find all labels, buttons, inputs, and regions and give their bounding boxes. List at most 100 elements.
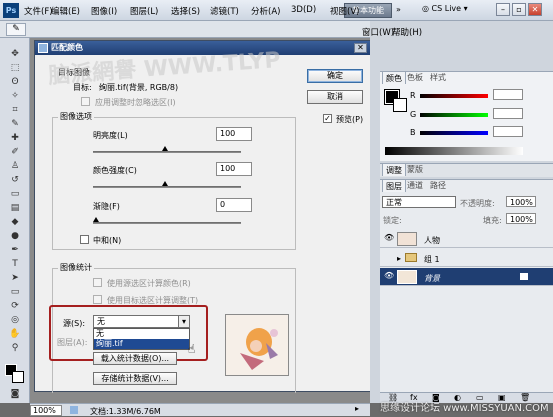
menu-window[interactable]: 窗口(W) [362,26,394,38]
eyedropper-tool-icon[interactable]: ✎ [8,118,22,131]
restore-button[interactable]: ▫ [512,3,526,16]
quick-select-tool-icon[interactable]: ✧ [8,90,22,103]
luminance-slider-track[interactable] [93,151,241,153]
save-statistics-button[interactable]: 存储统计数据(V)... [93,372,177,385]
menu-select[interactable]: 选择(S) [171,5,200,17]
marquee-tool-icon[interactable]: ⬚ [8,62,22,75]
ignore-selection-label: 应用调整时忽略选区(I) [95,98,176,107]
background-color-swatch[interactable] [12,371,24,383]
use-source-selection-checkbox[interactable] [93,278,102,287]
color-intensity-slider-thumb[interactable] [162,181,168,186]
blend-mode-select[interactable]: 正常 [382,196,456,208]
menu-image[interactable]: 图像(I) [91,5,117,17]
history-brush-tool-icon[interactable]: ↺ [8,174,22,187]
channel-r-slider[interactable] [420,94,488,98]
menu-bar: Ps 文件(F) 编辑(E) 图像(I) 图层(L) 选择(S) 滤镜(T) 分… [0,0,553,21]
ps-dialog-icon [38,43,48,53]
tab-channels[interactable]: 通道 [404,179,426,192]
tab-masks[interactable]: 蒙版 [404,163,426,176]
lasso-tool-icon[interactable]: ʘ [8,76,22,89]
ignore-selection-checkbox[interactable] [81,97,90,106]
menu-layer[interactable]: 图层(L) [130,5,158,17]
tab-paths[interactable]: 路径 [427,179,449,192]
channel-r-input[interactable] [493,89,523,100]
clone-stamp-tool-icon[interactable]: ♙ [8,160,22,173]
eye-icon[interactable]: 👁 [384,234,394,242]
channel-b-slider[interactable] [420,131,488,135]
minimize-button[interactable]: – [496,3,510,16]
blur-tool-icon[interactable]: ◆ [8,216,22,229]
channel-b-input[interactable] [493,126,523,137]
cancel-button[interactable]: 取消 [307,90,363,104]
workspace-chevron-icon[interactable]: » [396,5,401,14]
layer-name: 背景 [424,274,440,283]
color-background-swatch[interactable] [393,98,407,112]
zoom-tool-icon[interactable]: ⚲ [8,342,22,355]
menu-edit[interactable]: 编辑(E) [51,5,80,17]
tab-adjustments[interactable]: 调整 [382,163,406,176]
eraser-tool-icon[interactable]: ▭ [8,188,22,201]
healing-brush-tool-icon[interactable]: ✚ [8,132,22,145]
status-menu-arrow-icon[interactable]: ▸ [355,404,359,413]
photoshop-logo: Ps [3,3,19,18]
layer-row-group[interactable]: ▸ 组 1 [380,249,553,267]
opacity-input[interactable]: 100% [506,196,536,207]
tab-styles[interactable]: 样式 [427,71,449,84]
channel-g-input[interactable] [493,108,523,119]
neutralize-label: 中和(N) [93,236,122,245]
eyedropper-preset-icon[interactable]: ✎ [6,23,26,36]
3d-camera-tool-icon[interactable]: ◎ [8,314,22,327]
dodge-tool-icon[interactable]: ● [8,230,22,243]
menu-3d[interactable]: 3D(D) [291,5,316,15]
luminance-input[interactable]: 100 [216,127,252,141]
preview-checkbox[interactable]: ✓ [323,114,332,123]
crop-tool-icon[interactable]: ⌗ [8,104,22,117]
menu-filter[interactable]: 滤镜(T) [210,5,239,17]
fade-input[interactable]: 0 [216,198,252,212]
source-option-file[interactable]: 绚丽.tif [94,339,189,349]
color-ramp[interactable] [385,147,523,155]
eye-icon[interactable]: 👁 [384,272,394,280]
fill-input[interactable]: 100% [506,213,536,224]
luminance-label: 明亮度(L) [93,131,128,140]
fade-slider-thumb[interactable] [93,217,99,222]
menu-file[interactable]: 文件(F) [24,5,53,17]
layer-row-person[interactable]: 👁 人物 [380,230,553,248]
menu-analysis[interactable]: 分析(A) [251,5,280,17]
menu-view[interactable]: 视图(V) [330,5,359,17]
channel-g-slider[interactable] [420,113,488,117]
quick-mask-icon[interactable]: ◙ [8,388,22,401]
menu-help[interactable]: 帮助(H) [392,26,422,38]
tab-layers[interactable]: 图层 [382,179,406,192]
tab-color[interactable]: 颜色 [382,71,406,84]
layer-row-background[interactable]: 👁 背景 [380,268,553,286]
3d-rotate-tool-icon[interactable]: ⟳ [8,300,22,313]
dialog-close-button[interactable]: ✕ [354,43,367,53]
close-button[interactable]: ✕ [528,3,542,16]
move-tool-icon[interactable]: ✥ [8,48,22,61]
zoom-input[interactable]: 100% [30,405,62,416]
cs-live-button[interactable]: ◎ CS Live ▾ [422,4,468,13]
gradient-tool-icon[interactable]: ▤ [8,202,22,215]
hand-tool-icon[interactable]: ✋ [8,328,22,341]
use-target-selection-checkbox[interactable] [93,295,102,304]
type-tool-icon[interactable]: T [8,258,22,271]
neutralize-checkbox[interactable] [80,235,89,244]
chevron-right-icon[interactable]: ▸ [397,254,401,263]
tab-swatches[interactable]: 色板 [404,71,426,84]
lock-icon [520,273,528,280]
luminance-slider-thumb[interactable] [162,146,168,151]
color-intensity-slider-track[interactable] [93,186,241,188]
brush-tool-icon[interactable]: ✐ [8,146,22,159]
fade-slider-track[interactable] [93,222,241,224]
source-select[interactable]: 无 ▾ [93,315,190,328]
color-intensity-input[interactable]: 100 [216,162,252,176]
path-select-tool-icon[interactable]: ➤ [8,272,22,285]
source-option-none[interactable]: 无 [94,329,189,339]
shape-tool-icon[interactable]: ▭ [8,286,22,299]
status-bar: 100% 文档:1.33M/6.76M ▸ [30,403,370,416]
load-statistics-button[interactable]: 载入统计数据(O)... [93,352,177,365]
ok-button[interactable]: 确定 [307,69,363,83]
layer-name: 人物 [424,236,440,245]
pen-tool-icon[interactable]: ✒ [8,244,22,257]
